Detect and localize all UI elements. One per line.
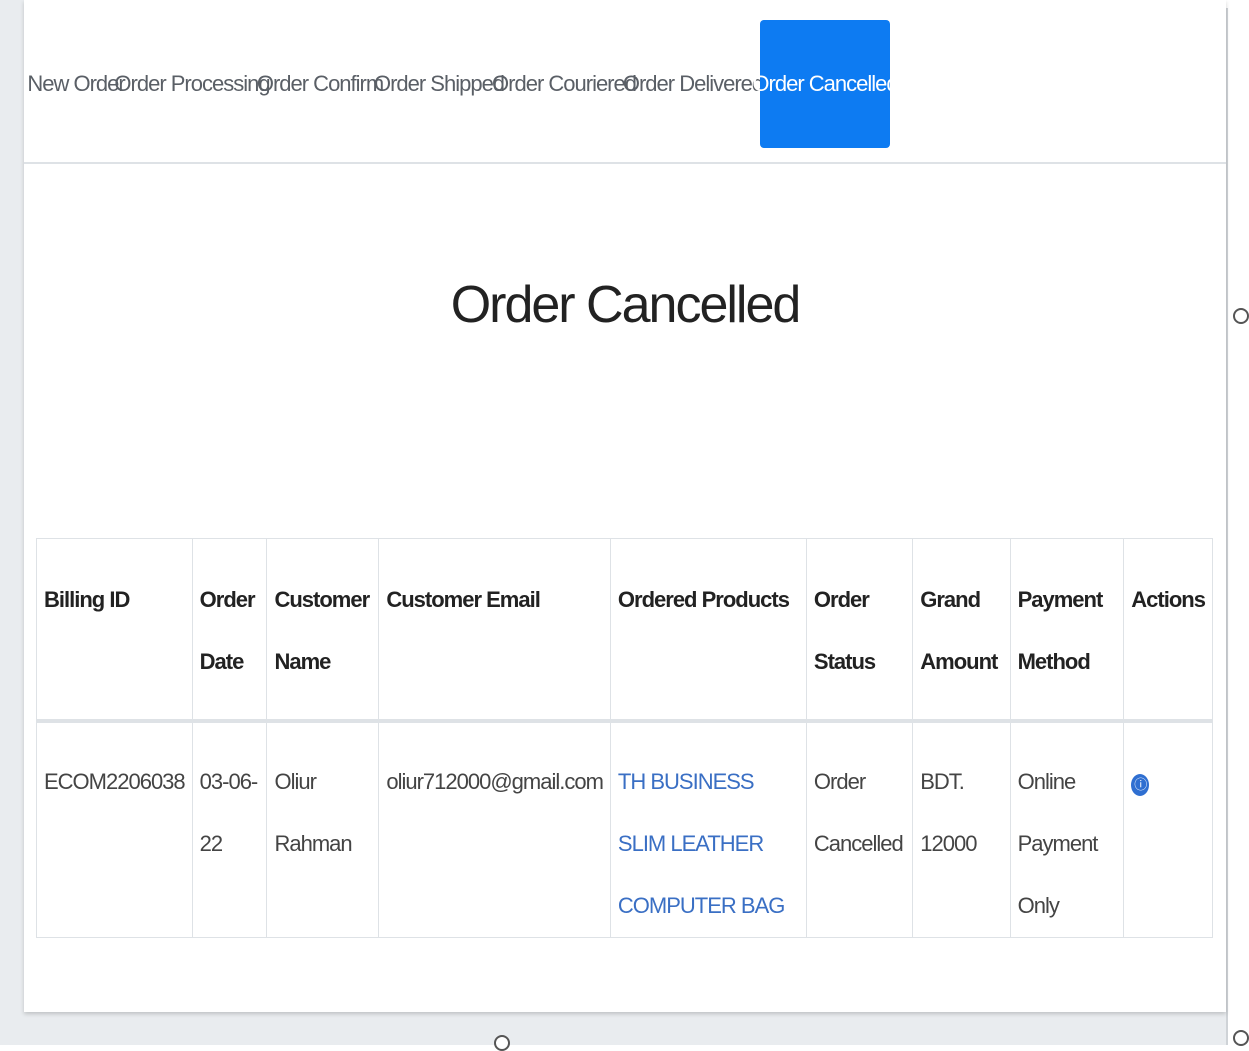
right-margin [1228,0,1249,1045]
cell-order-date: 03-06-22 [191,720,268,938]
column-header-customer-email: Customer Email [378,538,611,723]
table-row: ECOM2206038 03-06-22 Oliur Rahman oliur7… [36,720,1213,938]
tab-new-order[interactable]: New Order [27,20,125,148]
column-header-ordered-products: Ordered Products [609,538,807,723]
table-header-row: Billing ID Order Date Customer Name Cust… [36,538,1213,723]
column-header-order-status: Order Status [805,538,914,723]
cell-payment-method: Online Payment Only [1009,720,1125,938]
resize-handle-bottom[interactable] [494,1035,510,1051]
column-header-billing-id: Billing ID [36,538,193,723]
column-header-payment-method: Payment Method [1009,538,1125,723]
cell-customer-name: Oliur Rahman [266,720,380,938]
cell-customer-email: oliur712000@gmail.com [378,720,611,938]
right-divider [1226,8,1228,1045]
cell-ordered-products-link[interactable]: TH BUSINESS SLIM LEATHER COMPUTER BAG [609,720,807,938]
column-header-customer-name: Customer Name [266,538,380,723]
cell-billing-id: ECOM2206038 [36,720,193,938]
bottom-margin [0,1012,1249,1045]
cell-grand-amount: BDT. 12000 [912,720,1011,938]
tab-order-delivered[interactable]: Order Delivered [623,20,764,148]
resize-handle-right[interactable] [1233,308,1249,324]
tab-order-confirm[interactable]: Order Confirm [257,20,384,148]
resize-handle-corner[interactable] [1233,1030,1249,1046]
order-status-tabs: New Order Order Processing Order Confirm… [24,0,1226,164]
tab-order-shipped[interactable]: Order Shipped [374,20,505,148]
tab-order-couriered[interactable]: Order Couriered [492,20,637,148]
column-header-actions: Actions [1123,538,1213,723]
left-margin [0,0,24,1045]
view-icon[interactable]: ⓘ [1131,773,1150,796]
column-header-grand-amount: Grand Amount [912,538,1011,723]
orders-card: New Order Order Processing Order Confirm… [24,0,1226,1012]
orders-table: Billing ID Order Date Customer Name Cust… [36,538,1213,938]
cell-order-status: Order Cancelled [805,720,914,938]
column-header-order-date: Order Date [191,538,268,723]
tab-order-cancelled[interactable]: Order Cancelled [752,20,899,148]
tab-order-processing[interactable]: Order Processing [114,20,270,148]
page-title: Order Cancelled [450,276,802,334]
cell-actions: ⓘ [1123,720,1213,938]
